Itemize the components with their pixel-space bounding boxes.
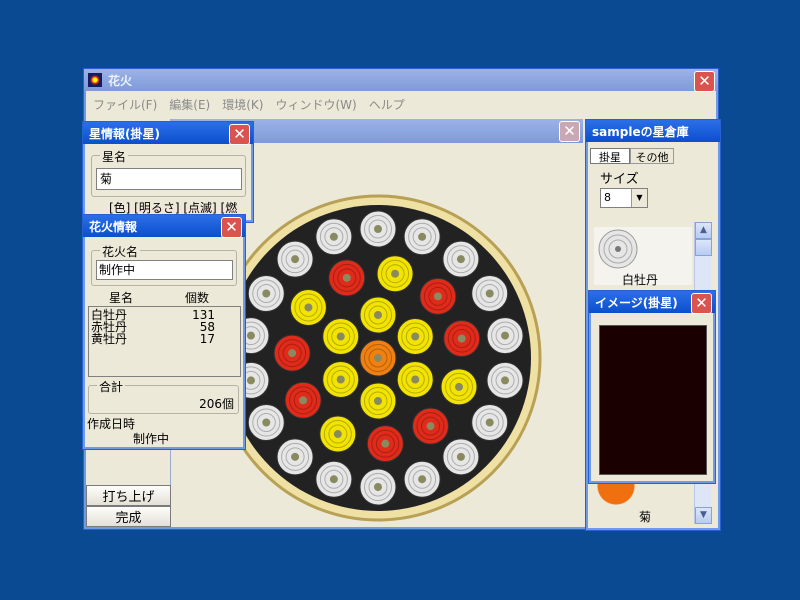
warehouse-titlebar[interactable]: sampleの星倉庫 (586, 120, 720, 142)
star-info-title: 星情報(掛星) (89, 127, 160, 141)
menu-window[interactable]: ウィンドウ(W) (269, 93, 362, 113)
white-star[interactable] (471, 404, 509, 441)
warehouse-title: sampleの星倉庫 (592, 125, 689, 139)
image-close-button[interactable]: ✕ (691, 293, 712, 314)
white-peony-icon (598, 229, 638, 269)
fw-info-close-button[interactable]: ✕ (221, 217, 242, 238)
tab-stars[interactable]: 掛星 (590, 148, 630, 164)
chrysanthemum-icon (596, 482, 636, 508)
image-window: イメージ(掛星) ✕ (588, 290, 716, 484)
menu-env[interactable]: 環境(K) (216, 93, 269, 113)
star-info-window: 星情報(掛星) ✕ 星名 菊 [色] [明るさ] [点滅] [燃焼] (82, 121, 254, 232)
star-item-chrysanthemum[interactable]: 菊 (594, 480, 692, 524)
star-name-label: 星名 (100, 148, 129, 165)
white-star[interactable] (315, 218, 353, 256)
total-value: 206個 (199, 397, 234, 411)
size-select[interactable]: 8 ▼ (600, 188, 648, 208)
date-label: 作成日時 (87, 417, 136, 431)
tab-other[interactable]: その他 (630, 148, 674, 164)
menu-file[interactable]: ファイル(F) (87, 93, 163, 113)
white-star[interactable] (315, 460, 353, 498)
red-star[interactable] (328, 259, 366, 297)
white-star[interactable] (359, 210, 397, 248)
main-titlebar[interactable]: 花火 ✕ (84, 69, 718, 92)
star-name-field[interactable]: 菊 (96, 168, 242, 190)
list-item[interactable]: 黄牡丹 17 (91, 333, 221, 345)
yellow-star[interactable] (322, 361, 360, 398)
image-preview (599, 325, 707, 475)
star-name-group: 星名 菊 (91, 148, 246, 197)
app-icon (88, 73, 102, 87)
red-star[interactable] (273, 334, 311, 372)
total-group: 合計 206個 (88, 378, 239, 414)
yellow-star[interactable] (440, 368, 478, 406)
image-title: イメージ(掛星) (595, 296, 678, 310)
red-star[interactable] (366, 425, 404, 463)
white-star[interactable] (247, 404, 285, 441)
yellow-star[interactable] (359, 382, 397, 420)
yellow-star[interactable] (396, 318, 434, 355)
scroll-up-arrow[interactable]: ▲ (695, 222, 712, 239)
white-star[interactable] (359, 468, 397, 506)
yellow-star[interactable] (396, 361, 434, 398)
fw-info-window: 花火情報 ✕ 花火名 制作中 星名 個数 白牡丹 131 赤牡丹 58 黄牡丹 17 … (82, 214, 246, 450)
core-star[interactable] (359, 339, 397, 377)
white-star[interactable] (486, 317, 524, 355)
menu-help[interactable]: ヘルプ (363, 93, 411, 113)
menu-edit[interactable]: 編集(E) (163, 93, 216, 113)
yellow-star[interactable] (359, 296, 397, 334)
size-value: 8 (604, 191, 611, 204)
main-title: 花火 (108, 74, 133, 88)
scroll-down-arrow[interactable]: ▼ (695, 507, 712, 524)
canvas-close-button[interactable]: ✕ (559, 121, 580, 142)
image-titlebar[interactable]: イメージ(掛星) ✕ (589, 291, 715, 314)
white-star[interactable] (486, 361, 524, 399)
launch-button[interactable]: 打ち上げ (86, 485, 171, 506)
fw-name-field[interactable]: 制作中 (96, 260, 233, 280)
white-star[interactable] (247, 275, 285, 312)
chevron-down-icon[interactable]: ▼ (631, 189, 647, 207)
red-star[interactable] (412, 407, 450, 445)
fw-info-title: 花火情報 (89, 220, 138, 234)
white-star[interactable] (442, 438, 480, 476)
col-star-header: 星名 (109, 291, 134, 305)
total-label: 合計 (97, 378, 126, 395)
star-item-chrysanthemum-label: 菊 (639, 510, 652, 524)
white-star[interactable] (276, 438, 314, 476)
red-star[interactable] (419, 277, 457, 315)
red-star[interactable] (284, 381, 322, 419)
star-item-white[interactable]: 白牡丹 (594, 227, 692, 287)
fw-name-label: 花火名 (100, 243, 141, 260)
star-info-close-button[interactable]: ✕ (229, 124, 250, 145)
complete-button[interactable]: 完成 (86, 506, 171, 527)
yellow-star[interactable] (289, 288, 327, 326)
size-label: サイズ (600, 172, 639, 187)
white-star[interactable] (471, 275, 509, 312)
menu-bar: ファイル(F) 編集(E) 環境(K) ウィンドウ(W) ヘルプ (87, 93, 715, 113)
red-star[interactable] (443, 320, 481, 358)
fw-info-titlebar[interactable]: 花火情報 ✕ (83, 215, 245, 238)
white-star[interactable] (403, 460, 441, 498)
white-star[interactable] (442, 240, 480, 278)
scroll-thumb[interactable] (695, 239, 712, 256)
fw-name-group: 花火名 制作中 (91, 243, 237, 286)
white-star[interactable] (276, 240, 314, 278)
star-count-list[interactable]: 白牡丹 131 赤牡丹 58 黄牡丹 17 (88, 306, 241, 377)
white-star[interactable] (403, 218, 441, 256)
main-close-button[interactable]: ✕ (694, 71, 715, 92)
date-value: 制作中 (133, 432, 170, 446)
star-info-titlebar[interactable]: 星情報(掛星) ✕ (83, 122, 253, 145)
yellow-star[interactable] (322, 318, 360, 355)
col-count-header: 個数 (185, 291, 210, 305)
star-item-white-label: 白牡丹 (622, 273, 659, 287)
yellow-star[interactable] (319, 415, 357, 453)
yellow-star[interactable] (376, 255, 414, 293)
